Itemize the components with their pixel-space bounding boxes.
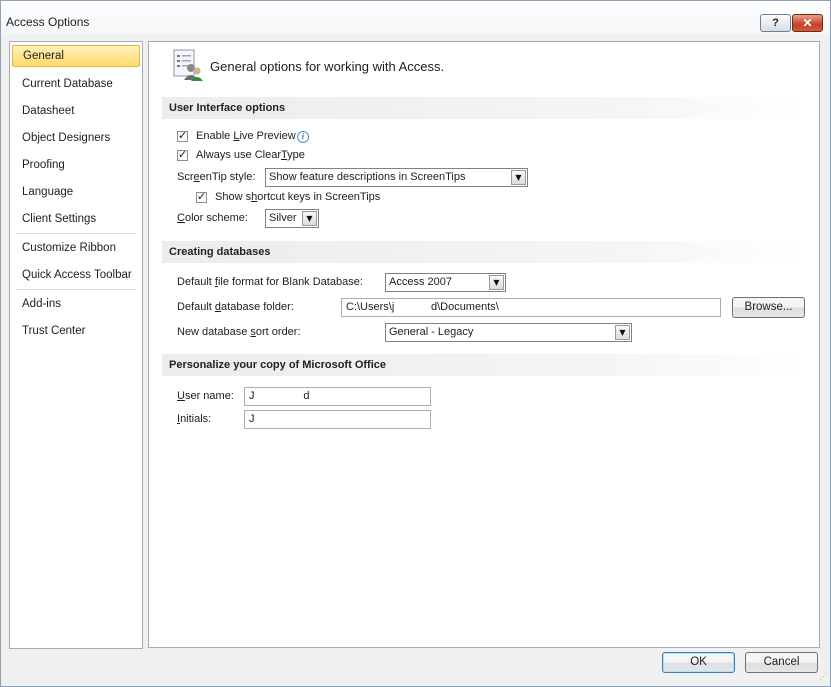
file-format-value: Access 2007 [389,276,452,288]
database-folder-label: Default database folder: [177,301,294,313]
section-header-ui-options: User Interface options [162,97,805,119]
browse-button[interactable]: Browse... [732,297,805,318]
user-name-label: User name: [177,390,234,402]
sidebar-item-language[interactable]: Language [12,181,140,203]
initials-input[interactable]: J [244,410,431,429]
sidebar-item-datasheet[interactable]: Datasheet [12,100,140,122]
section-header-personalize: Personalize your copy of Microsoft Offic… [162,354,805,376]
live-preview-checkbox[interactable]: ✓ [177,129,188,142]
cancel-button[interactable]: Cancel [745,652,818,673]
chevron-down-icon[interactable]: ▼ [615,325,630,340]
info-icon[interactable]: i [297,131,309,143]
section-header-creating-databases: Creating databases [162,241,805,263]
sidebar-nav: General Current Database Datasheet Objec… [9,41,143,649]
dialog-window: Access Options ? ✕ General Current Datab… [0,0,831,687]
color-scheme-label: Color scheme: [177,212,248,224]
window-title: Access Options [6,15,90,29]
cleartype-label[interactable]: Always use ClearType [196,149,305,161]
sort-order-dropdown[interactable]: General - Legacy ▼ [385,323,632,342]
sidebar-item-proofing[interactable]: Proofing [12,154,140,176]
screentip-style-label: ScreenTip style: [177,171,256,183]
sidebar-item-add-ins[interactable]: Add-ins [12,293,140,315]
sidebar-item-current-database[interactable]: Current Database [12,73,140,95]
sort-order-value: General - Legacy [389,326,474,338]
user-name-input[interactable]: J d [244,387,431,406]
file-format-label: Default file format for Blank Database: [177,276,363,288]
resize-grip-icon[interactable]: ⋰ [819,672,827,681]
options-panel: General options for working with Access.… [148,41,820,648]
sidebar-item-trust-center[interactable]: Trust Center [12,320,140,342]
chevron-down-icon[interactable]: ▼ [302,211,317,226]
screentip-style-value: Show feature descriptions in ScreenTips [269,171,466,183]
cleartype-checkbox[interactable]: ✓ [177,148,188,161]
title-bar[interactable]: Access Options ? ✕ [1,1,830,35]
checkmark-icon: ✓ [178,148,188,161]
chevron-down-icon[interactable]: ▼ [511,170,526,185]
page-title: General options for working with Access. [210,59,445,74]
ok-button[interactable]: OK [662,652,735,673]
file-format-dropdown[interactable]: Access 2007 ▼ [385,273,506,292]
sidebar-item-client-settings[interactable]: Client Settings [12,208,140,230]
sidebar-item-customize-ribbon[interactable]: Customize Ribbon [12,237,140,259]
sidebar-item-general[interactable]: General [12,45,140,67]
sidebar-divider [16,233,136,234]
sidebar-item-object-designers[interactable]: Object Designers [12,127,140,149]
chevron-down-icon[interactable]: ▼ [489,275,504,290]
live-preview-label[interactable]: Enable Live Preview [196,130,296,142]
initials-label: Initials: [177,413,212,425]
sidebar-divider [16,289,136,290]
help-button[interactable]: ? [760,14,791,32]
shortcut-keys-checkbox[interactable]: ✓ [196,190,207,203]
options-people-icon [173,49,203,81]
color-scheme-value: Silver [269,212,297,224]
color-scheme-dropdown[interactable]: Silver ▼ [265,209,319,228]
checkmark-icon: ✓ [178,129,188,142]
sidebar-item-quick-access-toolbar[interactable]: Quick Access Toolbar [12,264,140,286]
checkmark-icon: ✓ [197,190,207,203]
shortcut-keys-label[interactable]: Show shortcut keys in ScreenTips [215,191,380,203]
sort-order-label: New database sort order: [177,326,301,338]
database-folder-input[interactable]: C:\Users\j d\Documents\ [341,298,721,317]
screentip-style-dropdown[interactable]: Show feature descriptions in ScreenTips … [265,168,528,187]
close-button[interactable]: ✕ [792,14,823,32]
